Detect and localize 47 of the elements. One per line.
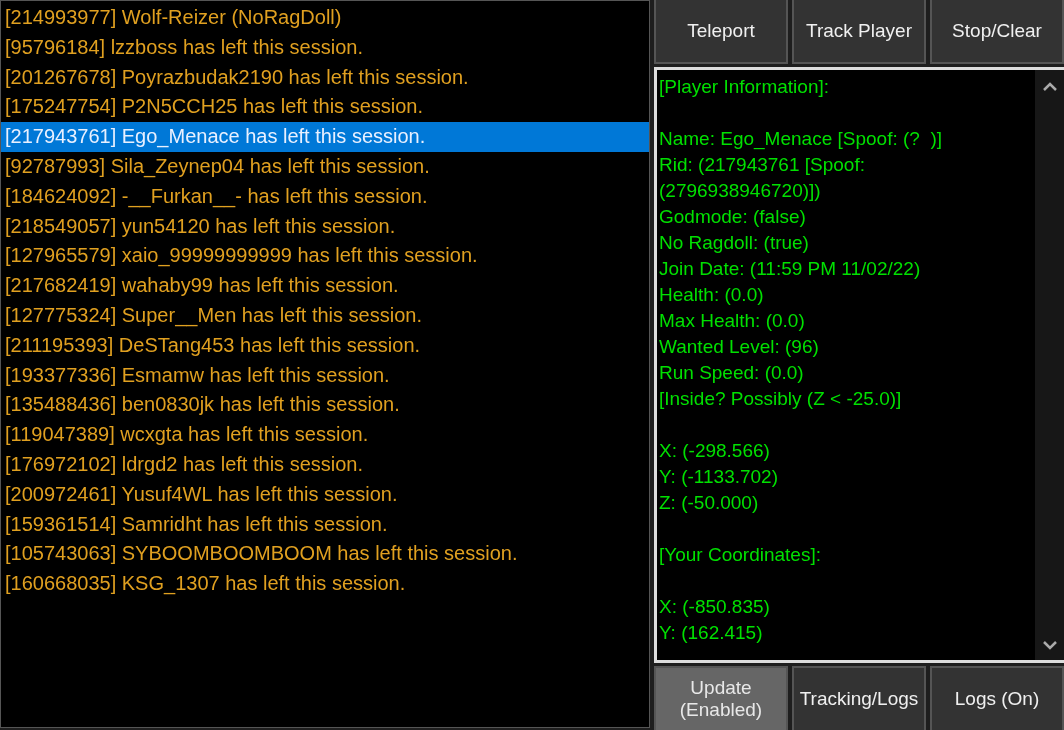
action-button[interactable]: Teleport — [654, 0, 788, 64]
info-line: [Player Information]: — [659, 75, 831, 99]
info-line: [Your Coordinates]: — [659, 543, 822, 567]
info-line: Z: (-50.000) — [659, 491, 760, 515]
log-row[interactable]: [214993977] Wolf-Reizer (NoRagDoll) — [1, 3, 649, 33]
info-line: Health: (0.0) — [659, 283, 765, 307]
log-row[interactable]: [175247754] P2N5CCH25 has left this session. — [1, 92, 649, 123]
info-line: Run Speed: (0.0) — [659, 361, 805, 385]
scroll-down-icon[interactable] — [1042, 641, 1057, 650]
log-row[interactable]: [160668035] KSG_1307 has left this session. — [1, 569, 649, 599]
log-row[interactable]: [193377336] Esmamw has left this session. — [1, 360, 649, 391]
log-row[interactable]: [201267678] Poyrazbudak2190 has left this session. — [1, 62, 649, 93]
toggle-button[interactable]: Update (Enabled) — [654, 666, 788, 730]
log-row[interactable]: [176972102] ldrgd2 has left this session. — [1, 449, 649, 480]
info-line: X: (-298.566) — [659, 439, 771, 463]
scrollbar[interactable] — [1035, 70, 1064, 660]
info-line: X: (-850.835) — [659, 595, 771, 619]
info-line: No Ragdoll: (true) — [659, 231, 810, 255]
log-row[interactable]: [105743063] SYBOOMBOOMBOOM has left this session. — [1, 539, 649, 570]
toggle-button[interactable]: Logs (On) — [930, 666, 1064, 730]
info-line: Name: Ego_Menace [Spoof: (? )] — [659, 127, 944, 152]
info-line: Max Health: (0.0) — [659, 309, 806, 333]
scroll-up-icon[interactable] — [1042, 82, 1057, 91]
log-row[interactable]: [127775324] Super__Men has left this session. — [1, 300, 649, 331]
log-row[interactable]: [211195393] DeSTang453 has left this session. — [1, 330, 649, 361]
session-log-list[interactable] — [0, 0, 650, 728]
log-row[interactable]: [135488436] ben0830jk has left this session. — [1, 390, 649, 421]
info-line: Y: (162.415) — [659, 621, 764, 645]
log-row[interactable]: [184624092] -__Furkan__- has left this session. — [1, 181, 649, 212]
log-row[interactable]: [127965579] xaio_99999999999 has left this session. — [1, 241, 649, 272]
action-button[interactable]: Track Player — [792, 0, 926, 64]
log-row[interactable]: [95796184] lzzboss has left this session. — [1, 32, 649, 63]
info-line: [Inside? Possibly (Z < -25.0)] — [659, 387, 903, 411]
info-line: Join Date: (11:59 PM 11/02/22) — [659, 257, 922, 281]
info-line: Y: (-1133.702) — [659, 465, 779, 489]
log-row[interactable]: [159361514] Samridht has left this session. — [1, 509, 649, 540]
log-row[interactable]: [119047389] wcxgta has left this session. — [1, 420, 649, 450]
log-row[interactable]: [217943761] Ego_Menace has left this session. — [1, 122, 649, 152]
info-line: Rid: (217943761 [Spoof: (2796938946720)]) — [659, 153, 866, 203]
log-row[interactable]: [92787993] Sila_Zeynep04 has left this session. — [1, 152, 649, 182]
log-row[interactable]: [200972461] Yusuf4WL has left this session. — [1, 479, 649, 510]
log-row[interactable]: [218549057] yun54120 has left this session. — [1, 211, 649, 242]
action-button[interactable]: Stop/Clear — [930, 0, 1064, 64]
info-line: Wanted Level: (96) — [659, 335, 820, 359]
toggle-button[interactable]: Tracking/Logs — [792, 666, 926, 730]
info-line: Godmode: (false) — [659, 205, 807, 229]
log-row[interactable]: [217682419] wahaby99 has left this session. — [1, 271, 649, 301]
